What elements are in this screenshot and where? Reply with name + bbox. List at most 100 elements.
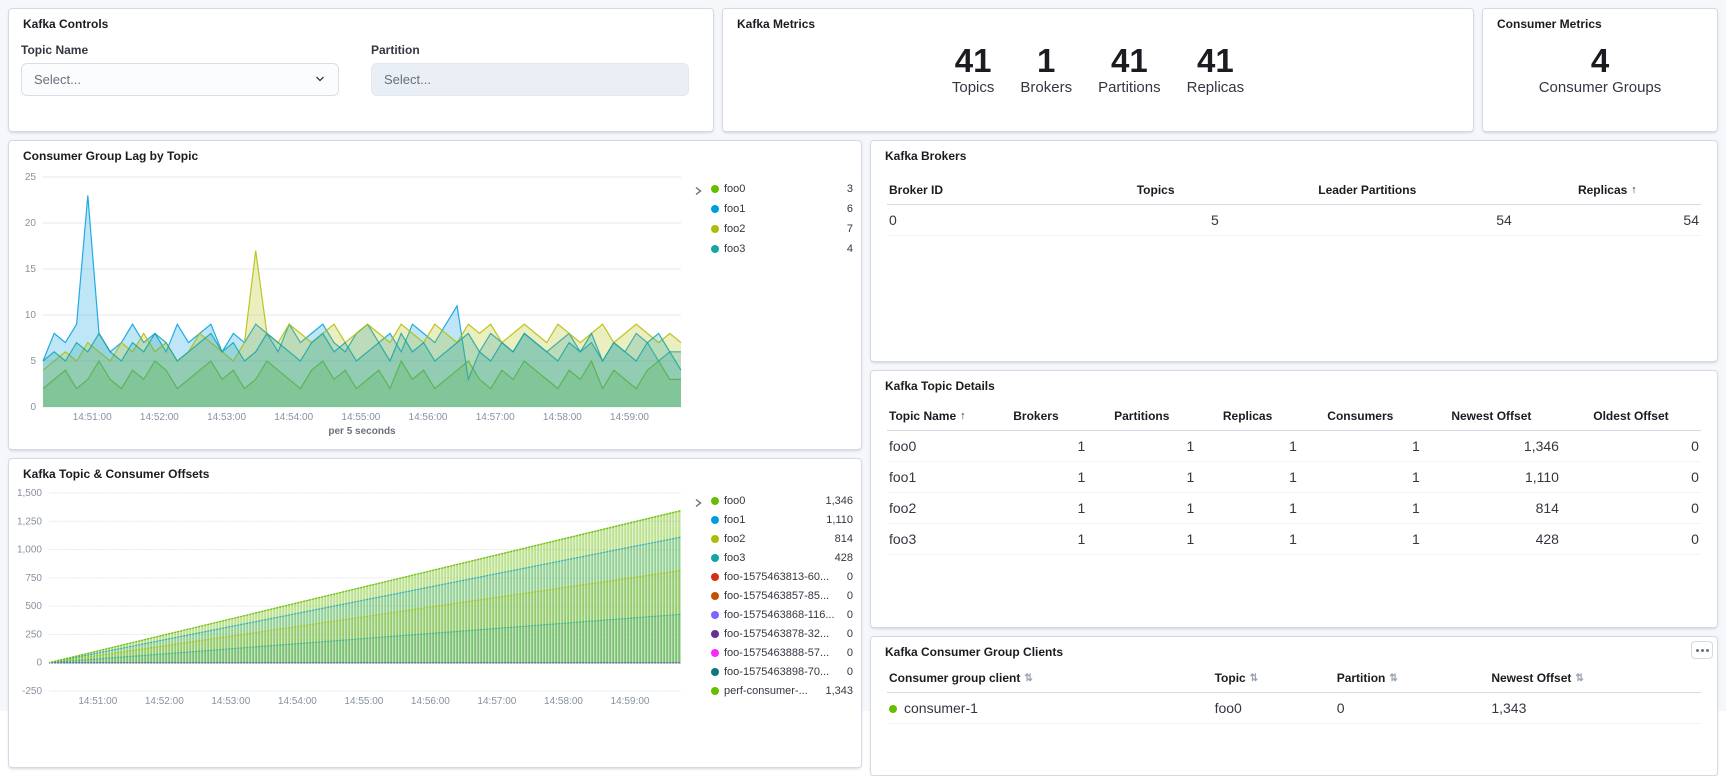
table-cell: 1: [1087, 462, 1196, 492]
column-header[interactable]: Replicas: [1196, 403, 1299, 430]
topic-name-select[interactable]: Select...: [21, 63, 339, 96]
legend-item[interactable]: foo16: [711, 199, 853, 219]
table-cell: 1: [1299, 462, 1422, 492]
column-header[interactable]: Oldest Offset: [1561, 403, 1701, 430]
cell-value: 1: [1289, 531, 1297, 547]
topic-name-field: Topic Name Select...: [21, 43, 339, 96]
table-cell: 0: [1335, 693, 1490, 723]
legend-item[interactable]: perf-consumer-...1,343: [711, 681, 853, 700]
cell-value: 428: [1536, 531, 1559, 547]
legend-collapse-button[interactable]: [693, 179, 709, 259]
table-cell: foo3: [887, 524, 985, 554]
legend-series-value: 4: [847, 243, 853, 255]
legend-item[interactable]: foo34: [711, 239, 853, 259]
column-header[interactable]: Broker ID: [887, 177, 1091, 204]
offsets-chart-legend: foo01,346foo11,110foo2814foo3428foo-1575…: [693, 491, 853, 700]
column-header[interactable]: Consumers: [1299, 403, 1422, 430]
legend-item[interactable]: foo2814: [711, 529, 853, 548]
y-axis-tick-label: -250: [22, 686, 42, 697]
legend-collapse-button[interactable]: [693, 491, 709, 700]
series-color-dot: [711, 497, 719, 505]
y-axis-tick-label: 20: [25, 218, 37, 229]
series-color-dot: [711, 592, 719, 600]
panel-kafka-consumer-group-clients: Kafka Consumer Group Clients Consumer gr…: [870, 636, 1718, 776]
legend-series-value: 0: [847, 647, 853, 659]
x-axis-tick-label: 14:52:00: [145, 696, 184, 707]
legend-item[interactable]: foo-1575463813-60...0: [711, 567, 853, 586]
legend-series-name: foo-1575463878-32...: [724, 628, 842, 640]
legend-item[interactable]: foo27: [711, 219, 853, 239]
table-cell: 0: [1561, 462, 1701, 492]
partition-select[interactable]: Select...: [371, 63, 689, 96]
legend-item[interactable]: foo-1575463857-85...0: [711, 586, 853, 605]
lag-area-chart[interactable]: 051015202514:51:0014:52:0014:53:0014:54:…: [13, 167, 689, 447]
kafka-brokers-table: Broker IDTopicsLeader PartitionsReplicas…: [887, 177, 1701, 236]
table-cell: 0: [1561, 493, 1701, 523]
column-header[interactable]: Newest Offset⇅: [1489, 665, 1701, 692]
legend-item[interactable]: foo03: [711, 179, 853, 199]
column-header[interactable]: Leader Partitions: [1221, 177, 1514, 204]
cell-value: 814: [1536, 500, 1559, 516]
x-axis-tick-label: 14:53:00: [211, 696, 250, 707]
ellipsis-icon: [1696, 649, 1699, 652]
metric-replicas: 41 Replicas: [1187, 44, 1245, 97]
cell-value: 0: [1691, 469, 1699, 485]
legend-item[interactable]: foo11,110: [711, 510, 853, 529]
offsets-area-chart[interactable]: -25002505007501,0001,2501,50014:51:0014:…: [13, 485, 689, 721]
table-cell: 54: [1221, 205, 1514, 235]
legend-item[interactable]: foo-1575463878-32...0: [711, 624, 853, 643]
column-header[interactable]: Brokers: [985, 403, 1088, 430]
cell-value: 1: [1187, 469, 1195, 485]
partition-label: Partition: [371, 43, 689, 57]
cell-value: 1: [1289, 500, 1297, 516]
topic-name-placeholder: Select...: [34, 72, 81, 87]
y-axis-tick-label: 5: [30, 356, 36, 367]
table-cell: 814: [1422, 493, 1561, 523]
panel-options-button[interactable]: [1691, 641, 1713, 659]
chevron-right-icon: [693, 498, 703, 508]
table-cell: 1: [1196, 524, 1299, 554]
cell-value: 1: [1412, 469, 1420, 485]
stripe-texture-overlay: [49, 493, 681, 691]
column-header[interactable]: Topics: [1091, 177, 1221, 204]
legend-series-value: 1,110: [826, 514, 853, 526]
cell-value: 0: [1337, 700, 1345, 716]
y-axis-tick-label: 0: [36, 658, 42, 669]
cell-value: 0: [1691, 531, 1699, 547]
column-header[interactable]: Newest Offset: [1422, 403, 1561, 430]
cell-value: 1: [1412, 531, 1420, 547]
series-color-dot: [711, 573, 719, 581]
column-header[interactable]: Topic⇅: [1213, 665, 1335, 692]
column-header[interactable]: Replicas↑: [1514, 177, 1701, 204]
legend-item[interactable]: foo01,346: [711, 491, 853, 510]
column-header[interactable]: Partitions: [1087, 403, 1196, 430]
table-cell: 1,343: [1489, 693, 1701, 723]
column-header[interactable]: Partition⇅: [1335, 665, 1490, 692]
table-cell: 1: [1299, 493, 1422, 523]
series-color-dot: [711, 687, 719, 695]
legend-item[interactable]: foo-1575463868-116...0: [711, 605, 853, 624]
legend-item[interactable]: foo3428: [711, 548, 853, 567]
column-header-label: Partitions: [1114, 409, 1169, 423]
series-color-dot: [711, 205, 719, 213]
cell-value: foo0: [889, 438, 916, 454]
cell-value: 1: [1187, 438, 1195, 454]
cell-value: 1: [1077, 531, 1085, 547]
table-cell: foo2: [887, 493, 985, 523]
metric-topics-label: Topics: [952, 79, 995, 96]
table-cell: 0: [1561, 431, 1701, 461]
series-color-dot: [711, 630, 719, 638]
legend-items: foo03foo16foo27foo34: [711, 179, 853, 259]
column-header-label: Replicas: [1578, 183, 1627, 197]
x-axis-tick-label: 14:59:00: [611, 696, 650, 707]
column-header[interactable]: Consumer group client⇅: [887, 665, 1213, 692]
column-header[interactable]: Topic Name↑: [887, 403, 985, 430]
sort-toggle-icon: ⇅: [1575, 673, 1583, 684]
table-cell: 1: [1087, 493, 1196, 523]
column-header-label: Replicas: [1223, 409, 1272, 423]
legend-item[interactable]: foo-1575463898-70...0: [711, 662, 853, 681]
partition-placeholder: Select...: [384, 72, 431, 87]
legend-item[interactable]: foo-1575463888-57...0: [711, 643, 853, 662]
table-cell: 1: [985, 524, 1088, 554]
table-cell: 1: [1299, 524, 1422, 554]
